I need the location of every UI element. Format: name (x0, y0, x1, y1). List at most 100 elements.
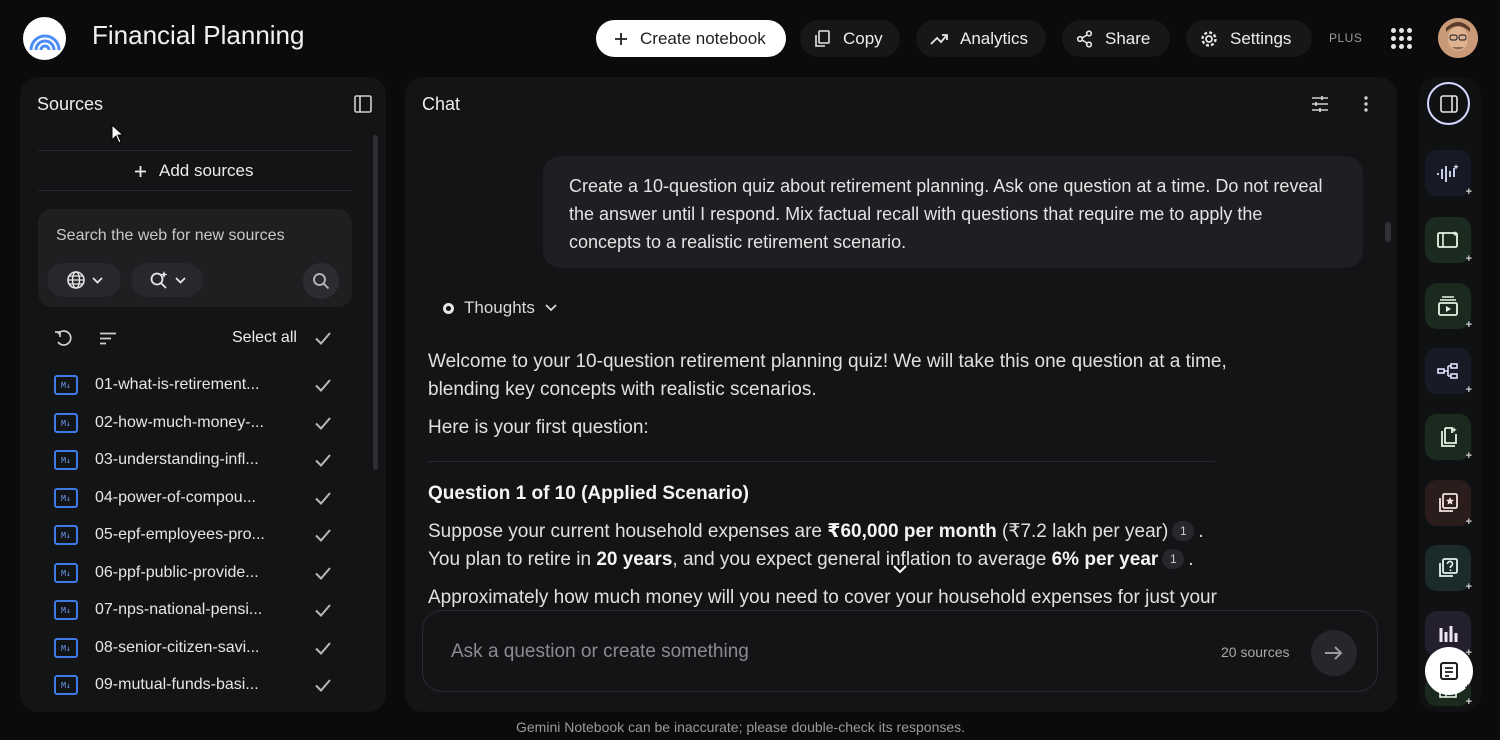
add-sources-button[interactable]: Add sources (134, 161, 254, 181)
source-checkbox[interactable] (314, 639, 332, 657)
collapse-panel-icon[interactable] (354, 95, 372, 113)
question-heading: Question 1 of 10 (Applied Scenario) (428, 483, 749, 504)
scroll-to-bottom-button[interactable] (884, 553, 916, 585)
citation-chip[interactable]: 1 (1162, 549, 1185, 569)
sort-icon[interactable] (99, 332, 117, 345)
sources-scrollbar[interactable] (373, 135, 378, 470)
send-button[interactable] (1311, 630, 1357, 676)
source-checkbox[interactable] (314, 489, 332, 507)
divider (428, 461, 1215, 462)
apps-grid-icon[interactable] (1391, 28, 1412, 49)
add-sources-label: Add sources (159, 161, 254, 180)
plan-badge: PLUS (1329, 31, 1363, 45)
panel-right-icon (1439, 94, 1458, 113)
research-mode-selector[interactable] (131, 263, 203, 297)
share-button[interactable]: Share (1062, 20, 1170, 57)
markdown-file-icon: M↓ (54, 600, 78, 620)
audio-overview-button[interactable]: + (1425, 150, 1472, 198)
source-item[interactable]: M↓ 04-power-of-compou... (54, 483, 344, 513)
markdown-file-icon: M↓ (54, 525, 78, 545)
source-item[interactable]: M↓ 09-mutual-funds-basi... (54, 670, 344, 700)
mind-map-icon (1437, 362, 1459, 380)
select-all-label: Select all (232, 329, 297, 346)
gear-icon (1200, 30, 1218, 48)
source-item[interactable]: M↓ 02-how-much-money-... (54, 408, 344, 438)
sources-count: 20 sources (1221, 644, 1290, 660)
source-checkbox[interactable] (314, 376, 332, 394)
source-checkbox[interactable] (314, 451, 332, 469)
plus-icon: + (1465, 581, 1472, 593)
plus-icon: + (1465, 186, 1472, 198)
source-item[interactable]: M↓ 07-nps-national-pensi... (54, 595, 344, 625)
source-item-label: 06-ppf-public-provide... (95, 564, 259, 581)
analytics-button[interactable]: Analytics (916, 20, 1046, 57)
report-icon (1437, 426, 1459, 448)
quiz-button[interactable]: + (1425, 545, 1472, 593)
notebook-title[interactable]: Financial Planning (92, 20, 304, 51)
question-emphasis: 6% per year (1051, 549, 1159, 570)
divider (38, 190, 352, 191)
source-item[interactable]: M↓ 01-what-is-retirement... (54, 370, 344, 400)
web-source-selector[interactable] (47, 263, 121, 297)
web-search-submit-button[interactable] (303, 263, 339, 299)
source-item[interactable]: M↓ 06-ppf-public-provide... (54, 558, 344, 588)
more-vert-icon[interactable] (1364, 96, 1368, 112)
chevron-down-icon (174, 276, 186, 284)
share-icon (1076, 29, 1093, 48)
chat-scrollbar[interactable] (1385, 222, 1391, 242)
markdown-file-icon: M↓ (54, 375, 78, 395)
sources-title: Sources (37, 94, 104, 114)
source-item-label: 04-power-of-compou... (95, 489, 256, 506)
markdown-file-icon: M↓ (54, 675, 78, 695)
source-item-label: 03-understanding-infl... (95, 451, 259, 468)
infographic-icon (1438, 624, 1458, 644)
create-notebook-label: Create notebook (640, 28, 766, 48)
question-text: You plan to retire in (428, 549, 597, 570)
question-text: , and you expect general inflation to av… (672, 549, 1052, 570)
user-message: Create a 10-question quiz about retireme… (543, 156, 1363, 268)
sparkle-search-icon (149, 270, 169, 290)
source-checkbox[interactable] (314, 676, 332, 694)
question-line-3: Approximately how much money will you ne… (428, 587, 1217, 608)
slides-button[interactable]: + (1425, 283, 1472, 331)
citation-chip[interactable]: 1 (1172, 521, 1195, 541)
markdown-file-icon: M↓ (54, 413, 78, 433)
add-note-button[interactable]: + (1425, 647, 1473, 695)
video-overview-button[interactable]: + (1425, 217, 1472, 265)
globe-icon (66, 270, 86, 290)
search-icon (312, 272, 330, 290)
refresh-sources-icon[interactable] (54, 329, 74, 347)
tune-settings-icon[interactable] (1311, 95, 1329, 113)
question-text: Suppose your current household expenses … (428, 521, 828, 542)
source-item[interactable]: M↓ 05-epf-employees-pro... (54, 520, 344, 550)
slides-icon (1437, 295, 1459, 317)
source-item-label: 01-what-is-retirement... (95, 376, 260, 393)
source-item[interactable]: M↓ 08-senior-citizen-savi... (54, 633, 344, 663)
settings-label: Settings (1230, 28, 1292, 48)
source-checkbox[interactable] (314, 564, 332, 582)
source-checkbox[interactable] (314, 526, 332, 544)
settings-button[interactable]: Settings (1186, 20, 1312, 57)
plus-icon (134, 165, 147, 178)
source-checkbox[interactable] (314, 601, 332, 619)
web-search-input[interactable]: Search the web for new sources (56, 227, 285, 245)
chat-title: Chat (422, 94, 461, 114)
source-item[interactable]: M↓ 03-understanding-infl... (54, 445, 344, 475)
copy-button[interactable]: Copy (800, 20, 900, 57)
chat-input[interactable]: Ask a question or create something (451, 641, 749, 663)
source-checkbox[interactable] (314, 414, 332, 432)
avatar[interactable] (1438, 18, 1478, 58)
create-notebook-button[interactable]: Create notebook (596, 20, 786, 57)
question-line-2: You plan to retire in 20 years, and you … (428, 549, 1194, 570)
report-button[interactable]: + (1425, 414, 1472, 462)
thoughts-toggle[interactable]: Thoughts (443, 298, 557, 318)
mind-map-button[interactable]: + (1425, 348, 1472, 396)
markdown-file-icon: M↓ (54, 488, 78, 508)
source-item-label: 02-how-much-money-... (95, 414, 264, 431)
flashcards-button[interactable]: + (1425, 480, 1472, 528)
expand-studio-button[interactable] (1427, 82, 1470, 125)
source-item-label: 09-mutual-funds-basi... (95, 676, 259, 693)
markdown-file-icon: M↓ (54, 563, 78, 583)
app-logo[interactable] (23, 17, 66, 60)
select-all-checkbox[interactable] (314, 329, 332, 347)
